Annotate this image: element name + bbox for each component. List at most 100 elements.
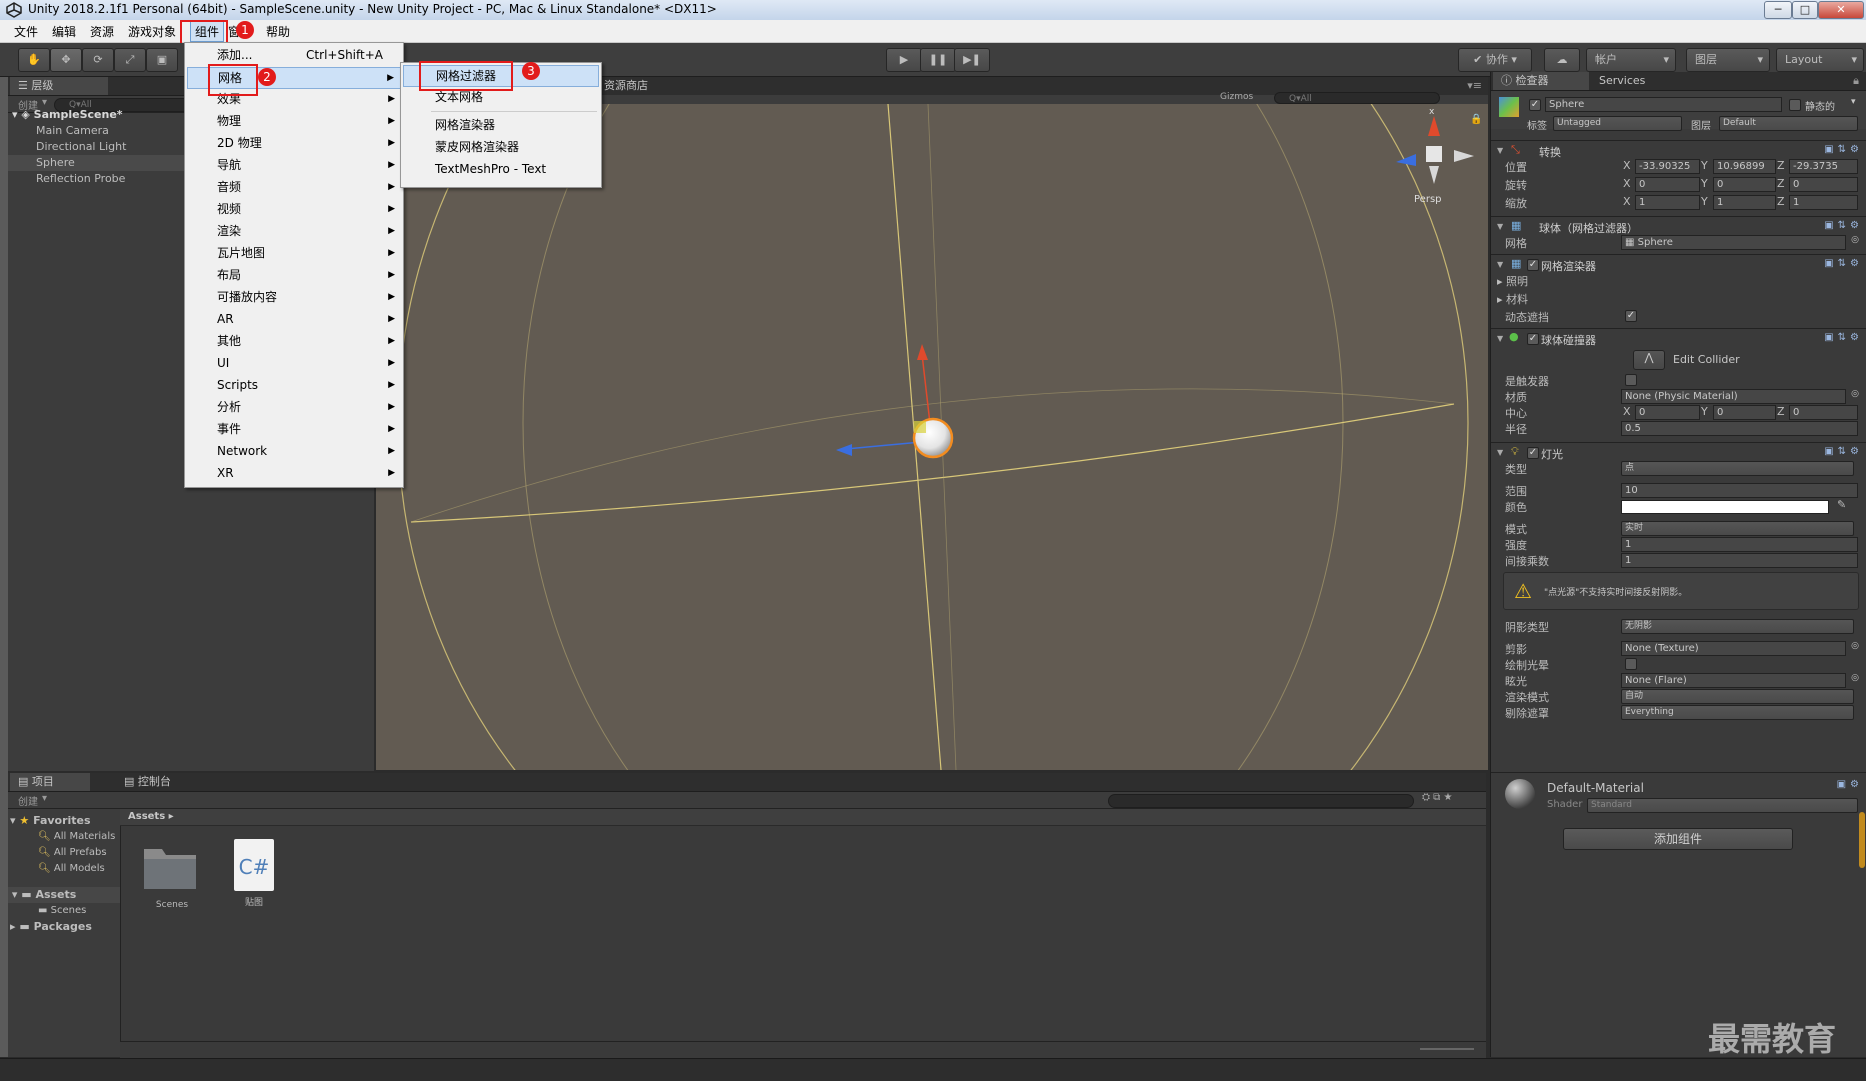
tree-all-models[interactable]: 🔍︎ All Models [38, 861, 105, 877]
rotate-tool-button[interactable]: ⟳ [82, 48, 114, 72]
sphere-collider-header[interactable]: ▼ ● ✓ 球体碰撞器 ▣⇅⚙ [1491, 328, 1866, 349]
hierarchy-item-main-camera[interactable]: Main Camera [36, 123, 109, 139]
filter-icons[interactable]: ⛭ ⧉ ★ [1422, 792, 1452, 803]
menu-item-layout[interactable]: 布局 ▶ [187, 265, 401, 285]
menu-help[interactable]: 帮助 [266, 23, 290, 40]
menu-item-add[interactable]: 添加... Ctrl+Shift+A [187, 45, 401, 65]
object-picker-icon[interactable]: ◎ [1851, 235, 1859, 245]
pause-button[interactable]: ❚❚ [920, 48, 956, 72]
menu-item-textmeshpro-text[interactable]: TextMeshPro - Text [403, 159, 599, 179]
component-settings-icons[interactable]: ▣⇅⚙ [1824, 446, 1863, 457]
hand-tool-button[interactable]: ✋ [18, 48, 50, 72]
tree-favorites[interactable]: ▾ ★ Favorites [10, 813, 91, 829]
center-z-field[interactable]: 0 [1789, 405, 1858, 420]
light-range-field[interactable]: 10 [1621, 483, 1858, 498]
center-x-field[interactable]: 0 [1635, 405, 1700, 420]
scene-orientation-gizmo[interactable] [1396, 116, 1474, 184]
minimize-button[interactable]: ─ [1764, 1, 1792, 19]
step-button[interactable]: ▶❚ [954, 48, 990, 72]
project-create-button[interactable]: 创建 [18, 793, 38, 808]
tree-all-materials[interactable]: 🔍︎ All Materials [38, 829, 115, 845]
menu-item-scripts[interactable]: Scripts ▶ [187, 375, 401, 395]
menu-item-video[interactable]: 视频 ▶ [187, 199, 401, 219]
asset-item-script[interactable]: C# 贴图 [226, 837, 282, 929]
tree-packages[interactable]: ▸ ▬ Packages [10, 919, 92, 935]
menu-item-ar[interactable]: AR ▶ [187, 309, 401, 329]
object-picker-icon[interactable]: ◎ [1851, 673, 1859, 683]
cookie-field[interactable]: None (Texture) [1621, 641, 1846, 656]
is-trigger-checkbox[interactable] [1625, 374, 1637, 386]
scale-tool-button[interactable]: ⤢ [114, 48, 146, 72]
mesh-renderer-enabled-checkbox[interactable]: ✓ [1527, 259, 1539, 271]
hierarchy-item-reflection-probe[interactable]: Reflection Probe [36, 171, 125, 187]
menu-item-rendering[interactable]: 渲染 ▶ [187, 221, 401, 241]
eyedropper-icon[interactable]: ✎ [1837, 498, 1846, 511]
menu-item-audio[interactable]: 音频 ▶ [187, 177, 401, 197]
persp-label[interactable]: Persp [1414, 194, 1442, 205]
component-settings-icons[interactable]: ▣⇅⚙ [1824, 332, 1863, 343]
inspector-scrollbar[interactable] [1859, 812, 1865, 868]
y-axis-arrow[interactable] [917, 344, 928, 360]
account-dropdown[interactable]: 帐户 ▾ [1586, 48, 1676, 72]
position-y-field[interactable]: 10.96899 [1713, 159, 1776, 174]
menu-item-ui[interactable]: UI ▶ [187, 353, 401, 373]
panel-menu-icon[interactable]: ▾≡ [1467, 79, 1482, 92]
menu-gameobject[interactable]: 游戏对象 [128, 23, 176, 40]
menu-item-navigation[interactable]: 导航 ▶ [187, 155, 401, 175]
edit-collider-button[interactable]: ⋀ [1633, 350, 1665, 370]
close-button[interactable]: ✕ [1818, 1, 1864, 19]
menu-item-event[interactable]: 事件 ▶ [187, 419, 401, 439]
tree-all-prefabs[interactable]: 🔍︎ All Prefabs [38, 845, 107, 861]
culling-mask-dropdown[interactable]: Everything [1621, 705, 1854, 720]
component-settings-icons[interactable]: ▣⇅⚙ [1824, 144, 1863, 155]
lock-icon[interactable]: 🔒︎ [1853, 74, 1859, 88]
component-settings-icons[interactable]: ▣⇅⚙ [1824, 258, 1863, 269]
project-search-input[interactable] [1108, 794, 1414, 808]
radius-field[interactable]: 0.5 [1621, 421, 1858, 436]
play-button[interactable]: ▶ [886, 48, 922, 72]
tab-asset-store[interactable]: 资源商店 [596, 77, 682, 95]
menu-item-tilemap[interactable]: 瓦片地图 ▶ [187, 243, 401, 263]
component-settings-icons[interactable]: ▣⇅⚙ [1824, 220, 1863, 231]
static-checkbox[interactable] [1789, 99, 1801, 111]
rotation-z-field[interactable]: 0 [1789, 177, 1858, 192]
lighting-foldout[interactable]: ▸ 照明 [1497, 272, 1861, 288]
menu-item-physics[interactable]: 物理 ▶ [187, 111, 401, 131]
add-component-button[interactable]: 添加组件 [1563, 828, 1793, 850]
collider-material-field[interactable]: None (Physic Material) [1621, 389, 1846, 404]
menu-item-skinned-mesh-renderer[interactable]: 蒙皮网格渲染器 [403, 137, 599, 157]
tab-hierarchy[interactable]: ☰ 层级 [10, 77, 108, 95]
tree-assets[interactable]: ▾ ▬ Assets [8, 887, 120, 903]
tab-project[interactable]: ▤ 项目 [10, 773, 90, 791]
menu-edit[interactable]: 编辑 [52, 23, 76, 40]
material-settings-icons[interactable]: ▣⚙ [1837, 779, 1863, 790]
object-picker-icon[interactable]: ◎ [1851, 641, 1859, 651]
rect-tool-button[interactable]: ▣ [146, 48, 178, 72]
indirect-multiplier-field[interactable]: 1 [1621, 553, 1858, 568]
tab-console[interactable]: ▤ 控制台 [116, 773, 192, 791]
tab-services[interactable]: Services [1591, 72, 1667, 90]
asset-item-scenes[interactable]: Scenes [140, 839, 204, 929]
layers-dropdown[interactable]: 图层 ▾ [1686, 48, 1770, 72]
object-picker-icon[interactable]: ◎ [1851, 389, 1859, 399]
shader-dropdown[interactable]: Standard [1587, 798, 1858, 813]
tree-scenes[interactable]: ▬ Scenes [38, 903, 86, 919]
position-z-field[interactable]: -29.3735 [1789, 159, 1858, 174]
menu-item-playables[interactable]: 可播放内容 ▶ [187, 287, 401, 307]
layout-dropdown[interactable]: Layout ▾ [1776, 48, 1864, 72]
scene-search-input[interactable]: Q▾All [1274, 92, 1440, 104]
breadcrumb-assets[interactable]: Assets [128, 811, 165, 822]
sphere-collider-enabled-checkbox[interactable]: ✓ [1527, 333, 1539, 345]
menu-item-analytics[interactable]: 分析 ▶ [187, 397, 401, 417]
scene-view[interactable]: x Persp 🔒 [376, 104, 1488, 770]
active-checkbox[interactable]: ✓ [1529, 99, 1541, 111]
dynamic-occluded-checkbox[interactable]: ✓ [1625, 310, 1637, 322]
render-mode-dropdown[interactable]: 自动 [1621, 689, 1854, 704]
flare-field[interactable]: None (Flare) [1621, 673, 1846, 688]
position-x-field[interactable]: -33.90325 [1635, 159, 1700, 174]
gizmos-dropdown[interactable]: Gizmos [1220, 92, 1253, 102]
object-name-field[interactable]: Sphere [1545, 97, 1782, 112]
center-y-field[interactable]: 0 [1713, 405, 1776, 420]
light-intensity-field[interactable]: 1 [1621, 537, 1858, 552]
scale-x-field[interactable]: 1 [1635, 195, 1700, 210]
